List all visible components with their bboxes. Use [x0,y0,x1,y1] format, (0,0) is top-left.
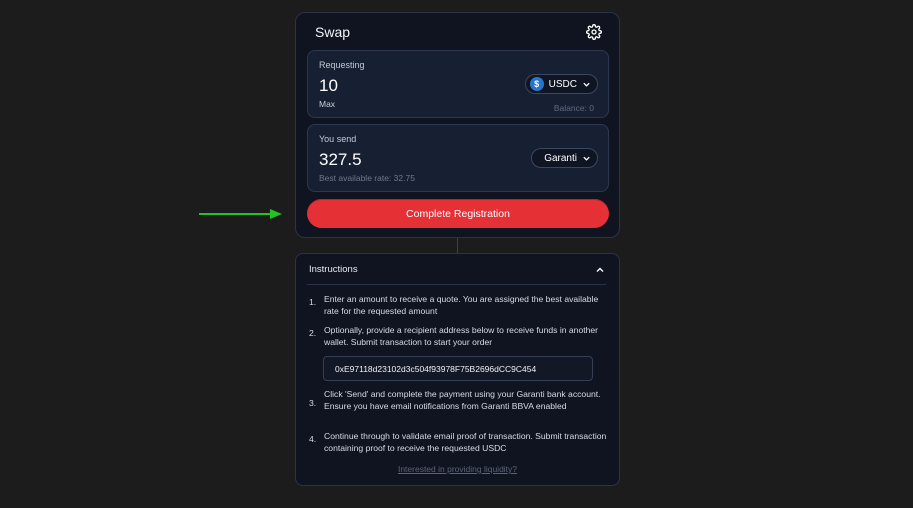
chevron-down-icon [583,156,590,161]
swap-card: Swap Requesting 10 Max Balance: 0 $ USDC… [295,12,620,238]
usdc-icon: $ [529,77,544,91]
token-select-usdc[interactable]: $ USDC [524,74,598,94]
connector-line [457,238,458,253]
swap-title: Swap [315,24,351,40]
requesting-amount-input[interactable]: 10 [319,76,338,96]
gear-icon[interactable] [586,24,602,40]
step-number: 3. [309,398,317,408]
balance-label: Balance: 0 [553,103,594,113]
step-number: 2. [309,328,317,338]
chevron-down-icon [583,82,590,87]
requesting-panel: Requesting 10 Max Balance: 0 $ USDC [307,50,609,118]
step-text: Click 'Send' and complete the payment us… [324,389,601,411]
instruction-step: 3. Click 'Send' and complete the payment… [309,389,609,412]
instruction-step: 2. Optionally, provide a recipient addre… [309,325,609,348]
step-number: 1. [309,297,317,307]
send-panel: You send 327.5 Best available rate: 32.7… [307,124,609,192]
token-label: USDC [548,78,577,90]
instructions-panel: Instructions 1. Enter an amount to recei… [295,253,620,486]
liquidity-link[interactable]: Interested in providing liquidity? [296,464,619,474]
instructions-title: Instructions [309,264,358,275]
send-amount-value: 327.5 [319,150,362,169]
payment-platform-select[interactable]: Garanti [531,148,598,168]
instruction-step: 1. Enter an amount to receive a quote. Y… [309,294,609,317]
arrow-right-icon [199,209,282,219]
step-text: Continue through to validate email proof… [324,431,607,453]
requesting-label: Requesting [319,60,365,70]
instruction-step: 4. Continue through to validate email pr… [309,431,609,454]
complete-registration-button[interactable]: Complete Registration [307,199,609,228]
best-rate-label: Best available rate: 32.75 [319,173,415,183]
chevron-up-icon[interactable] [595,265,605,275]
divider [307,284,606,285]
step-text: Enter an amount to receive a quote. You … [324,294,599,316]
platform-label: Garanti [544,152,577,164]
step-text: Optionally, provide a recipient address … [324,325,599,347]
step-number: 4. [309,434,317,444]
recipient-address-input[interactable]: 0xE97118d23102d3c504f93978F75B2696dCC9C4… [323,356,593,381]
max-button[interactable]: Max [319,99,335,109]
send-label: You send [319,134,357,144]
